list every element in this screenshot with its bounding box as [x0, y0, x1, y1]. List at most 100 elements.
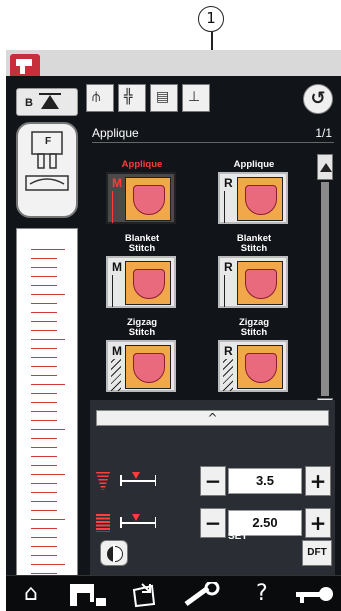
stitch-ruler: [16, 228, 78, 611]
ruler-tick: [31, 366, 57, 367]
ruler-tick: [31, 339, 65, 340]
stitch-length-mode-button[interactable]: ▤: [150, 84, 178, 112]
pattern-letter: M: [112, 176, 122, 190]
length-range-icon: [120, 518, 156, 527]
scroll-track[interactable]: [321, 182, 329, 396]
pattern-letter: R: [224, 344, 233, 358]
feed-dog-button[interactable]: B: [16, 88, 78, 116]
pattern-group-name: Applique: [92, 126, 139, 140]
stitch-length-icon: ▤: [156, 89, 170, 105]
ruler-tick: [31, 429, 65, 430]
pattern-caption: Blanket Stitch: [124, 233, 160, 254]
callout-marker: 1: [198, 6, 224, 32]
pattern-tile[interactable]: Applique M: [92, 150, 192, 242]
home-icon[interactable]: ⌂: [24, 582, 38, 606]
pattern-scrollbar[interactable]: [317, 154, 333, 424]
presser-foot-icon: [25, 131, 69, 191]
settings-label: SET: [228, 531, 248, 542]
save-file-icon[interactable]: [130, 582, 160, 608]
stitch-icon: [224, 191, 232, 223]
pattern-preview: M: [106, 340, 176, 392]
ruler-tick: [31, 501, 57, 502]
stitch-icon: [223, 359, 233, 391]
mirror-image-button[interactable]: [100, 540, 128, 566]
stitch-icon: [112, 191, 120, 223]
ruler-tick: [31, 438, 57, 439]
machine-logo-icon: [10, 54, 40, 76]
ruler-tick: [31, 573, 57, 574]
help-icon[interactable]: ?: [256, 582, 268, 606]
ruler-tick: [31, 402, 57, 403]
pattern-preview: R: [218, 256, 288, 308]
ruler-tick: [31, 303, 57, 304]
up-arrow-icon: [320, 163, 332, 172]
applique-icon: [237, 261, 283, 305]
ruler-tick: [31, 519, 65, 520]
applique-icon: [237, 177, 283, 221]
ruler-tick: [31, 384, 65, 385]
ruler-tick: [31, 465, 57, 466]
length-minus-button[interactable]: −: [200, 508, 226, 538]
stitch-icon: [224, 275, 232, 307]
length-plus-button[interactable]: +: [305, 508, 331, 538]
pattern-letter: M: [112, 260, 122, 274]
ruler-tick: [31, 447, 57, 448]
stitch-icon: [112, 275, 120, 307]
ruler-tick: [31, 555, 57, 556]
default-button[interactable]: DFT: [302, 540, 332, 566]
pattern-preview: R: [218, 340, 288, 392]
stitch-width-adjuster: − 3.5 +: [96, 466, 331, 496]
stitch-length-icon: [96, 514, 110, 532]
ruler-tick: [31, 285, 57, 286]
tulip-icon: [245, 353, 277, 383]
up-arrow-icon: [41, 95, 59, 109]
scroll-up-button[interactable]: [317, 154, 333, 180]
ruler-tick: [31, 492, 57, 493]
ruler-tick: [31, 510, 57, 511]
ruler-tick: [31, 267, 57, 268]
pattern-tile[interactable]: Blanket Stitch M: [92, 234, 192, 326]
needle-position-icon: ⊥: [188, 89, 201, 105]
ruler-tick: [31, 483, 57, 484]
width-plus-button[interactable]: +: [305, 466, 331, 496]
tulip-icon: [245, 185, 277, 215]
ruler-tick: [31, 348, 57, 349]
ruler-tick: [31, 312, 57, 313]
sewing-machine-icon[interactable]: [70, 582, 106, 608]
pattern-caption: Zigzag Stitch: [238, 317, 270, 338]
pattern-preview: M: [106, 172, 176, 224]
presser-foot-mode-button[interactable]: ⫛: [86, 84, 114, 112]
pattern-caption: Applique: [121, 159, 163, 170]
adjust-panel: ^ − 3.5 + − 2.50 + DFT: [90, 400, 335, 575]
key-icon[interactable]: [296, 584, 336, 606]
ruler-tick: [31, 411, 57, 412]
stitch-icon: [111, 359, 121, 391]
width-value: 3.5: [228, 468, 302, 494]
width-minus-button[interactable]: −: [200, 466, 226, 496]
page-indicator: 1/1: [315, 126, 332, 140]
applique-icon: [237, 345, 283, 389]
needle-position-mode-button[interactable]: ⊥: [182, 84, 210, 112]
stitch-width-icon: [96, 472, 110, 490]
collapse-panel-button[interactable]: ^: [96, 410, 329, 426]
pattern-tile[interactable]: Zigzag Stitch R: [204, 318, 304, 410]
pattern-letter: M: [112, 344, 122, 358]
back-button[interactable]: ↺: [303, 84, 333, 114]
pattern-tile[interactable]: Applique R: [204, 150, 304, 242]
pattern-tile[interactable]: Blanket Stitch R: [204, 234, 304, 326]
settings-wrench-icon[interactable]: [182, 582, 232, 608]
pattern-tile[interactable]: Zigzag Stitch M: [92, 318, 192, 410]
pattern-caption: Zigzag Stitch: [126, 317, 158, 338]
stitch-width-mode-button[interactable]: ╬: [118, 84, 146, 112]
ruler-tick: [31, 537, 57, 538]
machine-screen: B F ⫛ ╬ ▤ ⊥ ↺ Applique 1/1 Applique M Appl…: [6, 50, 341, 611]
pattern-header: Applique 1/1: [92, 125, 334, 143]
presser-foot-indicator: F: [16, 122, 78, 218]
tulip-icon: [245, 269, 277, 299]
ruler-tick: [31, 546, 57, 547]
ruler-tick: [31, 321, 57, 322]
ruler-tick: [31, 393, 57, 394]
width-range-icon: [120, 476, 156, 485]
ruler-tick: [31, 330, 57, 331]
ruler-tick: [31, 258, 57, 259]
